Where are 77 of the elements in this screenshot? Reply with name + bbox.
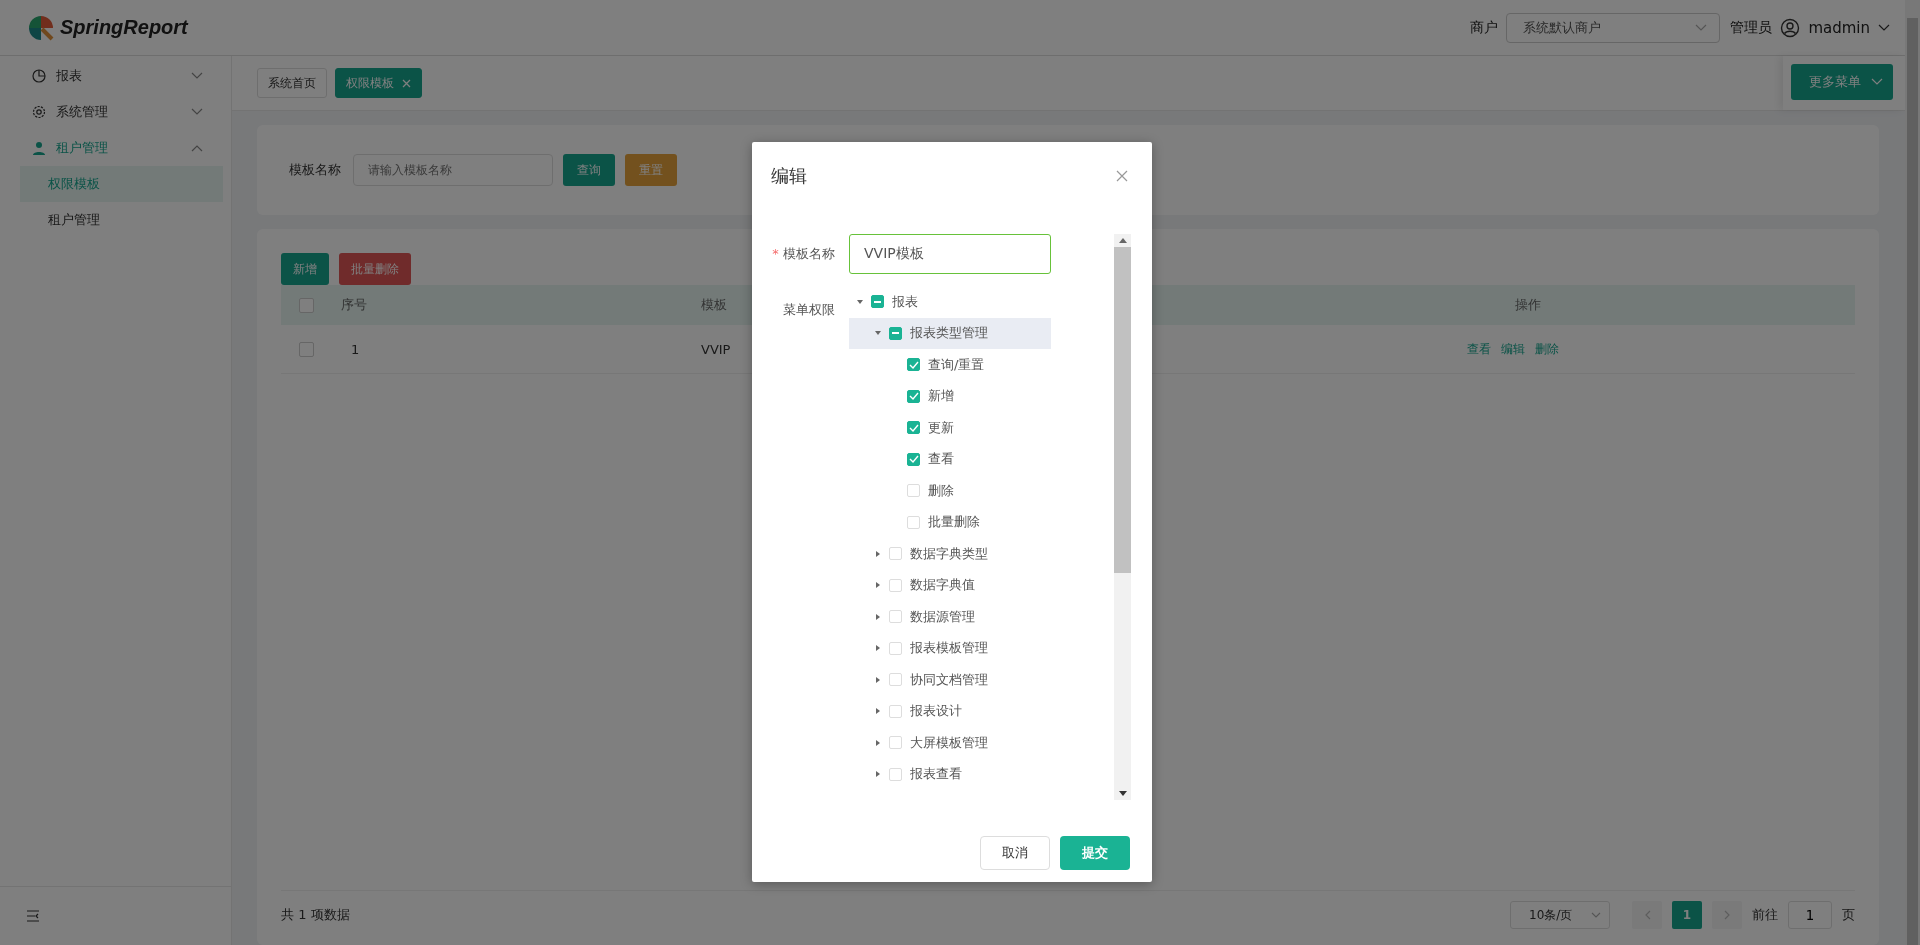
tree-scrollbar[interactable] [1114,234,1131,800]
tree-item-label[interactable]: 查看 [928,450,954,469]
page-input[interactable]: 1 [1788,901,1832,929]
table-cell-text: 1 [350,341,361,357]
expand-arrow-icon[interactable] [875,708,881,715]
tree-item-label[interactable]: 数据字典类型 [910,544,988,563]
tree-item-label[interactable]: 报表模板管理 [910,639,988,658]
checkbox[interactable] [889,326,902,340]
pie-chart-icon [32,69,46,83]
dialog-title: 编辑 [771,164,807,188]
tree-item-label[interactable]: 报表 [892,292,918,311]
expand-arrow-icon[interactable] [875,771,881,778]
tree-item-label[interactable]: 新增 [928,387,954,406]
page-suffix: 页 [1842,906,1855,924]
tree-item-label[interactable]: 大屏模板管理 [910,733,988,752]
column-header: 序号 [340,296,368,314]
submenu-item[interactable]: 租户管理 [20,202,223,238]
batch-delete-button[interactable]: 批量删除 [339,253,411,285]
logo-text: SpringReport [60,16,188,39]
user-name[interactable]: madmin [1808,18,1870,37]
tree-item-label[interactable]: 协同文档管理 [910,670,988,689]
field-label: 菜单权限 [783,301,835,319]
field-label: 模板名称 [289,161,341,179]
cancel-button[interactable]: 取消 [980,836,1050,870]
template-name-field[interactable]: VVIP模板 [849,234,1051,274]
goto-label: 前往 [1752,906,1778,924]
expand-arrow-icon[interactable] [875,676,881,683]
checkbox[interactable] [907,452,920,466]
tree-item-label[interactable]: 查询/重置 [928,355,985,374]
menu-item[interactable]: 系统管理 [0,94,231,130]
expand-arrow-icon[interactable] [875,330,881,337]
settings-icon [32,105,46,119]
expand-arrow-icon[interactable] [857,298,863,305]
column-header: 操作 [1514,296,1542,314]
collapse-menu-icon[interactable] [26,910,40,922]
tree-item-label[interactable]: 报表查看 [910,765,962,784]
tree-item-label[interactable]: 删除 [928,481,954,500]
chevron-left-icon[interactable] [1643,910,1651,920]
checkbox[interactable] [298,297,314,313]
close-icon[interactable] [1116,170,1128,182]
tree-item-label[interactable]: 更新 [928,418,954,437]
field-label: * 模板名称 [772,245,835,263]
logo-icon [28,14,54,41]
role-label: 管理员 [1730,18,1773,37]
tree-item-label[interactable]: 批量删除 [928,513,980,532]
table-cell: VVIP [701,341,731,357]
page-tab[interactable]: 系统首页 [257,68,327,98]
caret-icon[interactable] [1878,23,1890,32]
user-icon[interactable] [1780,17,1801,38]
merchant-select[interactable]: 系统默认商户 [1506,12,1721,43]
chevron-icon[interactable] [1695,23,1708,32]
column-header: 模板 [701,297,727,312]
total-count: 共 1 项数据 [281,906,350,924]
tree-item-label[interactable]: 数据源管理 [910,607,975,626]
tree-item-label[interactable]: 报表设计 [910,702,962,721]
checkbox[interactable] [298,341,314,357]
chevron-right-icon[interactable] [1723,910,1731,920]
tree-item-label[interactable]: 数据字典值 [910,576,975,595]
checkbox[interactable] [907,421,920,435]
expand-arrow-icon[interactable] [875,550,881,557]
expand-arrow-icon[interactable] [875,739,881,746]
checkbox[interactable] [907,389,920,403]
expand-arrow-icon[interactable] [875,613,881,620]
page-size-select[interactable]: 10条/页 [1510,901,1610,929]
merchant-label: 商户 [1470,18,1499,37]
scroll-down-icon[interactable] [1118,791,1127,796]
menu-item[interactable]: 报表 [0,58,231,94]
expand-arrow-icon[interactable] [875,645,881,652]
search-field[interactable]: 请输入模板名称 [353,154,553,186]
chevron-icon[interactable] [1591,912,1601,918]
scroll-up-icon[interactable] [1118,238,1127,243]
checkbox[interactable] [907,358,920,372]
expand-arrow-icon[interactable] [875,582,881,589]
user-icon [32,141,46,155]
page-scrollbar[interactable] [1905,0,1920,945]
submit-button[interactable]: 提交 [1060,836,1130,870]
checkbox[interactable] [871,295,884,309]
